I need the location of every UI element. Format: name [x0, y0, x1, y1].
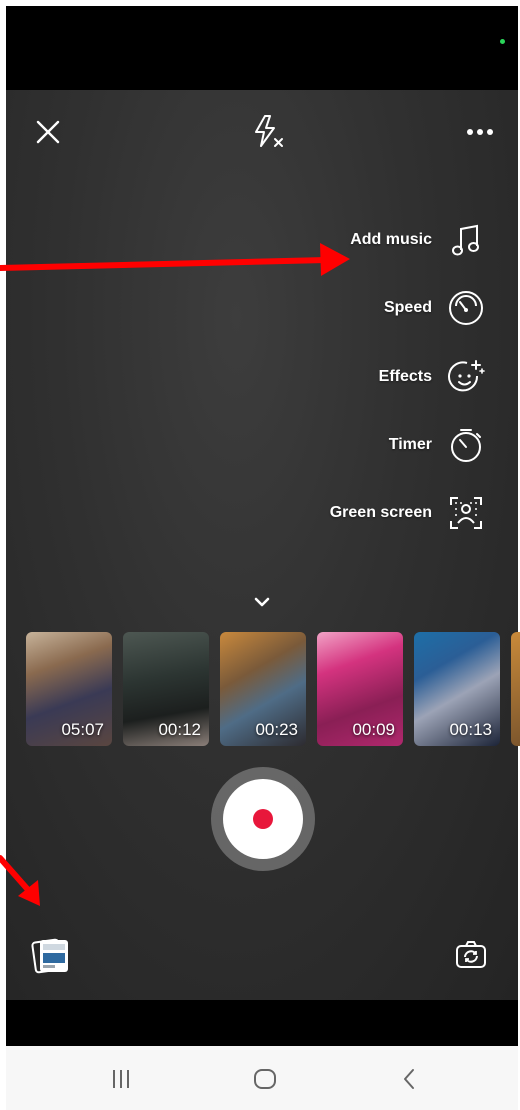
recent-videos-strip[interactable]: 05:07 00:12 00:23 00:09 00:13	[26, 632, 520, 746]
close-icon[interactable]	[32, 116, 64, 148]
chevron-down-icon[interactable]	[250, 592, 274, 612]
camera-screen: Add music Speed Effects Timer Green scre…	[0, 0, 520, 1110]
back-icon[interactable]	[394, 1062, 424, 1096]
green-screen-icon	[446, 493, 486, 533]
timer-label: Timer	[388, 436, 432, 453]
bottom-black-bar	[6, 1000, 518, 1046]
video-thumbnail[interactable]: 00:23	[220, 632, 306, 746]
status-bar	[6, 6, 518, 90]
camera-indicator-dot	[500, 39, 505, 44]
speedometer-icon	[446, 288, 486, 328]
video-thumbnail[interactable]: 00:09	[317, 632, 403, 746]
video-duration: 00:12	[158, 720, 201, 739]
video-thumbnail[interactable]	[511, 632, 520, 746]
speed-button[interactable]: Speed	[384, 286, 486, 330]
home-icon[interactable]	[250, 1062, 280, 1096]
add-music-label: Add music	[350, 231, 432, 248]
video-thumbnail[interactable]: 00:12	[123, 632, 209, 746]
video-thumbnail[interactable]: 05:07	[26, 632, 112, 746]
more-options-icon[interactable]	[464, 118, 496, 146]
stopwatch-icon	[446, 425, 486, 465]
recents-icon[interactable]	[106, 1062, 136, 1096]
music-note-icon	[446, 220, 486, 260]
add-music-button[interactable]: Add music	[350, 218, 486, 262]
speed-label: Speed	[383, 299, 432, 316]
video-duration: 05:07	[61, 720, 104, 739]
sparkle-face-icon	[446, 357, 486, 397]
video-duration: 00:09	[352, 720, 395, 739]
video-thumbnail[interactable]: 00:13	[414, 632, 500, 746]
green-screen-label: Green screen	[329, 504, 432, 521]
video-duration: 00:13	[449, 720, 492, 739]
flip-camera-icon[interactable]	[452, 936, 490, 974]
green-screen-button[interactable]: Green screen	[330, 491, 486, 535]
timer-button[interactable]: Timer	[389, 423, 486, 467]
flash-off-icon[interactable]	[250, 112, 286, 150]
effects-label: Effects	[378, 368, 432, 385]
video-duration: 00:23	[255, 720, 298, 739]
effects-button[interactable]: Effects	[379, 355, 486, 399]
record-icon	[253, 809, 273, 829]
gallery-stack-icon[interactable]	[30, 934, 72, 976]
